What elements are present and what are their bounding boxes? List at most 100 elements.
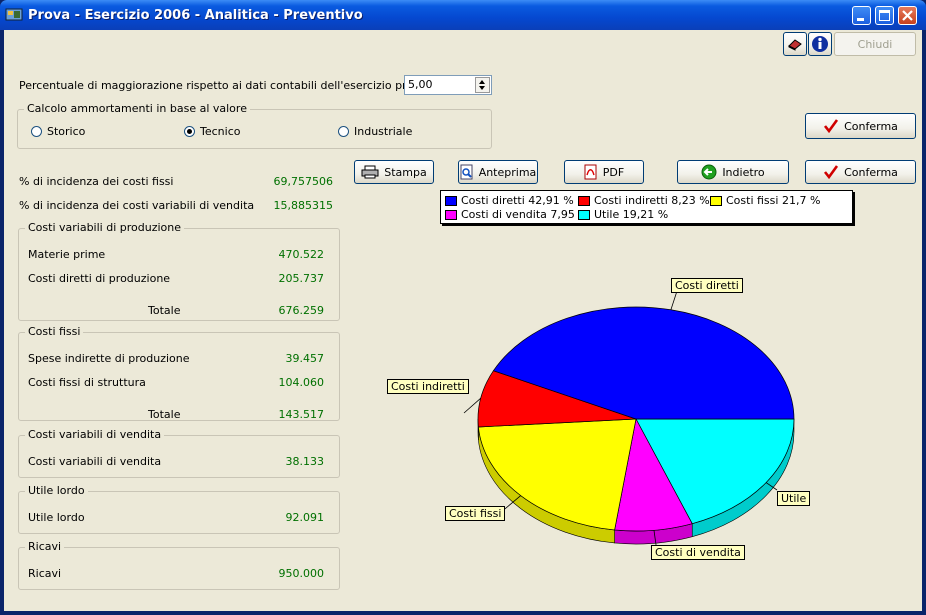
total-label: Totale [148, 408, 181, 421]
pdf-label: PDF [602, 165, 625, 179]
costi-fissi-group: Costi fissi Spese indirette di produzion… [18, 325, 340, 421]
radio-storico-label: Storico [47, 125, 86, 138]
pdf-button[interactable]: PDF [564, 160, 644, 184]
legend-item: Costi di vendita 7,95 % [445, 208, 589, 221]
row-label: Costi diretti di produzione [28, 272, 171, 285]
slice-label: Costi fissi [445, 506, 506, 521]
confirm-ammortamenti-button[interactable]: Conferma [805, 113, 916, 139]
preview-icon [460, 164, 473, 180]
row-label: Spese indirette di produzione [28, 352, 190, 365]
incidenza-fissi-value: 69,757506 [273, 175, 334, 188]
pie-chart [463, 290, 795, 553]
percent-input[interactable]: 5,00 [408, 78, 433, 91]
printer-icon [361, 165, 379, 179]
checkmark-icon [824, 165, 839, 179]
eraser-button[interactable] [783, 32, 807, 56]
group-title: Costi fissi [25, 325, 84, 338]
row-value: 38.133 [285, 455, 325, 468]
chart-legend: Costi diretti 42,91 % Costi indiretti 8,… [440, 190, 853, 224]
legend-item: Costi fissi 21,7 % [710, 194, 820, 207]
total-value: 676.259 [278, 304, 325, 317]
print-label: Stampa [384, 165, 427, 179]
client-area: Chiudi Percentuale di maggiorazione risp… [4, 30, 922, 611]
back-arrow-icon [701, 164, 717, 180]
row-label: Costi fissi di struttura [28, 376, 146, 389]
percent-stepper[interactable]: 5,00 [404, 75, 492, 95]
radio-industriale[interactable] [338, 126, 349, 137]
utile-lordo-group: Utile lordo Utile lordo 92.091 [18, 484, 340, 534]
costi-variabili-produzione-group: Costi variabili di produzione Materie pr… [18, 221, 340, 321]
percent-label: Percentuale di maggiorazione rispetto ai… [19, 79, 458, 92]
row-value: 92.091 [285, 511, 325, 524]
close-window-button[interactable] [898, 6, 917, 25]
slice-label: Costi diretti [671, 278, 743, 293]
legend-swatch [445, 195, 457, 206]
legend-swatch [578, 209, 590, 220]
legend-label: Costi fissi 21,7 % [726, 194, 821, 207]
ammortamenti-title: Calcolo ammortamenti in base al valore [24, 102, 250, 115]
row-value: 470.522 [278, 248, 325, 261]
confirm-label: Conferma [844, 165, 898, 179]
slice-label: Costi indiretti [387, 379, 469, 394]
radio-storico[interactable] [31, 126, 42, 137]
group-title: Ricavi [25, 540, 65, 553]
eraser-icon [788, 39, 802, 51]
legend-item: Costi indiretti 8,23 % [578, 194, 710, 207]
row-value: 39.457 [285, 352, 325, 365]
row-label: Materie prime [28, 248, 106, 261]
title-bar[interactable]: Prova - Esercizio 2006 - Analitica - Pre… [0, 0, 926, 30]
incidenza-vendita-value: 15,885315 [273, 199, 334, 212]
print-button[interactable]: Stampa [354, 160, 434, 184]
legend-item: Utile 19,21 % [578, 208, 668, 221]
preview-label: Anteprima [478, 165, 537, 179]
legend-swatch [578, 195, 590, 206]
checkmark-icon [824, 119, 839, 133]
back-label: Indietro [722, 165, 765, 179]
legend-swatch [445, 209, 457, 220]
total-label: Totale [148, 304, 181, 317]
maximize-icon [879, 10, 890, 21]
group-title: Utile lordo [25, 484, 88, 497]
application-window: Prova - Esercizio 2006 - Analitica - Pre… [0, 0, 926, 615]
row-value: 950.000 [278, 567, 325, 580]
minimize-button[interactable] [852, 6, 871, 25]
legend-item: Costi diretti 42,91 % [445, 194, 574, 207]
spin-arrows-icon[interactable] [475, 77, 490, 93]
maximize-button[interactable] [875, 6, 894, 25]
row-value: 205.737 [278, 272, 325, 285]
group-title: Costi variabili di produzione [25, 221, 185, 234]
info-button[interactable] [808, 32, 832, 56]
info-icon [812, 36, 828, 52]
incidenza-fissi-label: % di incidenza dei costi fissi [19, 175, 174, 188]
close-icon [902, 10, 913, 21]
legend-swatch [710, 195, 722, 206]
confirm-button[interactable]: Conferma [805, 160, 916, 184]
preview-button[interactable]: Anteprima [458, 160, 538, 184]
pdf-icon [584, 164, 597, 180]
app-icon [5, 8, 23, 21]
row-label: Utile lordo [28, 511, 85, 524]
row-label: Ricavi [28, 567, 62, 580]
back-button[interactable]: Indietro [677, 160, 789, 184]
ricavi-group: Ricavi Ricavi 950.000 [18, 540, 340, 590]
close-button[interactable]: Chiudi [834, 32, 916, 56]
legend-label: Costi di vendita 7,95 % [461, 208, 589, 221]
radio-tecnico-label: Tecnico [200, 125, 241, 138]
slice-label: Utile [777, 491, 811, 506]
radio-tecnico[interactable] [184, 126, 195, 137]
row-label: Costi variabili di vendita [28, 455, 162, 468]
incidenza-vendita-label: % di incidenza dei costi variabili di ve… [19, 199, 255, 212]
slice-label: Costi di vendita [651, 545, 745, 560]
window-title: Prova - Esercizio 2006 - Analitica - Pre… [28, 8, 363, 23]
ammortamenti-group: Calcolo ammortamenti in base al valore S… [17, 102, 492, 149]
costi-variabili-vendita-group: Costi variabili di vendita Costi variabi… [18, 428, 340, 478]
confirm-ammortamenti-label: Conferma [844, 119, 898, 133]
radio-industriale-label: Industriale [354, 125, 413, 138]
row-value: 104.060 [278, 376, 325, 389]
group-title: Costi variabili di vendita [25, 428, 165, 441]
legend-label: Costi diretti 42,91 % [461, 194, 574, 207]
total-value: 143.517 [278, 408, 325, 421]
legend-label: Utile 19,21 % [594, 208, 669, 221]
minimize-icon [857, 18, 864, 21]
leader-line [670, 290, 678, 310]
